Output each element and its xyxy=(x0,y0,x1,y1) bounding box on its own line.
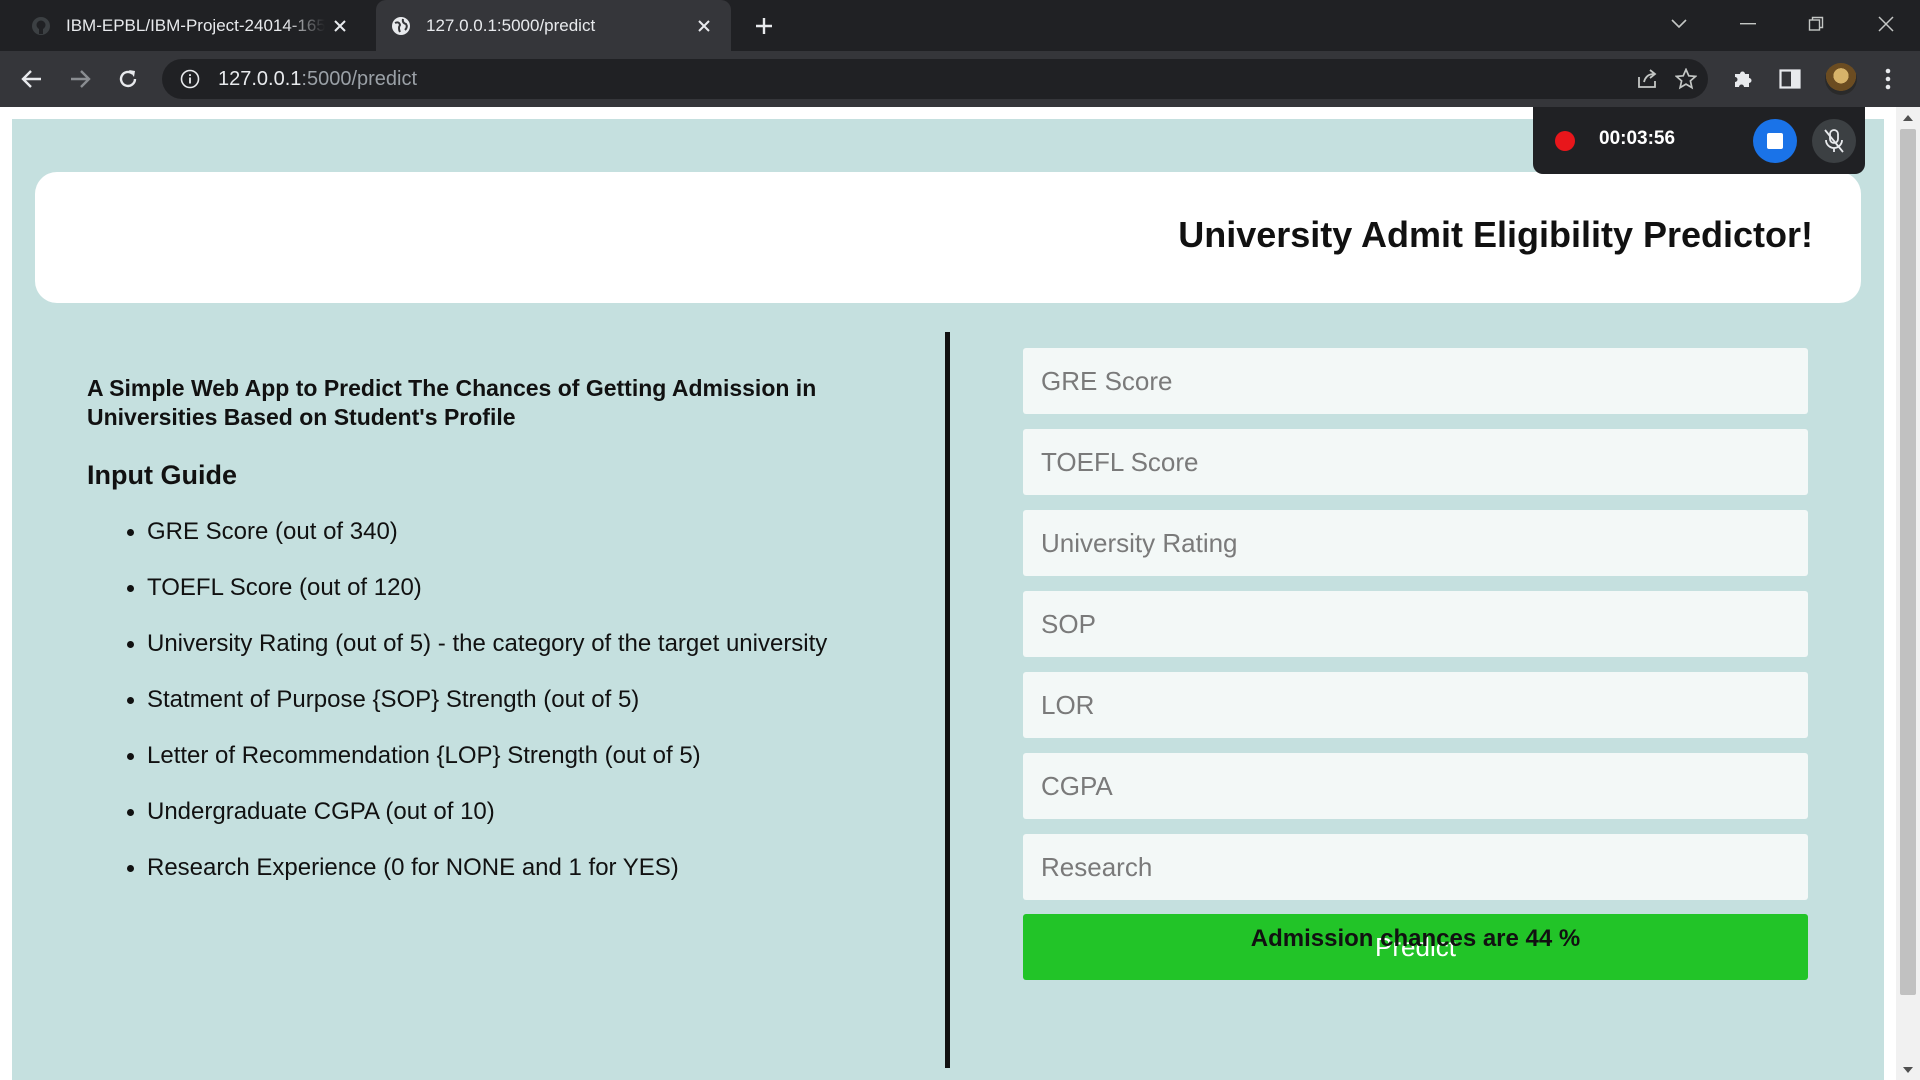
guide-item-lor: Letter of Recommendation {LOP} Strength … xyxy=(87,741,887,797)
stop-recording-button[interactable] xyxy=(1753,119,1797,163)
guide-item-research: Research Experience (0 for NONE and 1 fo… xyxy=(87,853,887,909)
toefl-score-input[interactable] xyxy=(1023,429,1808,495)
close-tab-icon[interactable] xyxy=(325,11,355,41)
side-panel-icon[interactable] xyxy=(1772,61,1808,97)
tab-search-chevron-icon[interactable] xyxy=(1659,6,1699,42)
address-bar[interactable]: 127.0.0.1:5000/predict xyxy=(162,59,1708,99)
close-window-icon[interactable] xyxy=(1866,6,1906,42)
guide-item-gre: GRE Score (out of 340) xyxy=(87,517,887,573)
column-divider xyxy=(945,332,950,1068)
vertical-scrollbar[interactable] xyxy=(1896,107,1920,1080)
lor-input[interactable] xyxy=(1023,672,1808,738)
extensions-puzzle-icon[interactable] xyxy=(1725,61,1761,97)
recording-timer: 00:03:56 xyxy=(1599,128,1676,149)
screen-recorder-bar: 00:03:56 xyxy=(1533,107,1865,174)
mute-microphone-button[interactable] xyxy=(1812,119,1856,163)
university-rating-input[interactable] xyxy=(1023,510,1808,576)
back-arrow-icon[interactable] xyxy=(14,61,50,97)
url-host: 127.0.0.1 xyxy=(218,67,302,90)
restore-icon[interactable] xyxy=(1796,6,1836,42)
guide-item-university-rating: University Rating (out of 5) - the categ… xyxy=(87,629,887,685)
header-card: University Admit Eligibility Predictor! xyxy=(35,172,1861,303)
guide-item-cgpa: Undergraduate CGPA (out of 10) xyxy=(87,797,887,853)
prediction-form: Predict xyxy=(1023,348,1808,980)
page-title: University Admit Eligibility Predictor! xyxy=(1178,214,1813,255)
tab-title: IBM-EPBL/IBM-Project-24014-1659 xyxy=(66,15,325,35)
recording-indicator-icon xyxy=(1555,131,1575,151)
url-path: :5000/predict xyxy=(301,67,418,90)
forward-arrow-icon[interactable] xyxy=(62,61,98,97)
research-input[interactable] xyxy=(1023,834,1808,900)
github-icon xyxy=(30,15,52,37)
tab-github-repo[interactable]: IBM-EPBL/IBM-Project-24014-1659 xyxy=(12,0,367,51)
browser-toolbar: 127.0.0.1:5000/predict xyxy=(0,51,1920,107)
close-tab-icon[interactable] xyxy=(689,11,719,41)
cgpa-input[interactable] xyxy=(1023,753,1808,819)
gre-score-input[interactable] xyxy=(1023,348,1808,414)
input-guide-heading: Input Guide xyxy=(87,460,237,490)
share-icon[interactable] xyxy=(1634,65,1662,93)
profile-avatar[interactable] xyxy=(1825,63,1857,95)
site-info-icon[interactable] xyxy=(178,67,202,91)
globe-icon xyxy=(390,15,412,37)
bookmark-star-icon[interactable] xyxy=(1672,65,1700,93)
app-description: A Simple Web App to Predict The Chances … xyxy=(87,375,817,430)
guide-item-toefl: TOEFL Score (out of 120) xyxy=(87,573,887,629)
minimize-icon[interactable] xyxy=(1728,6,1768,42)
sop-input[interactable] xyxy=(1023,591,1808,657)
reload-icon[interactable] xyxy=(110,61,146,97)
scroll-up-arrow-icon[interactable] xyxy=(1902,109,1914,127)
new-tab-icon[interactable] xyxy=(748,10,780,42)
page-viewport: University Admit Eligibility Predictor! … xyxy=(0,107,1920,1080)
page-container: University Admit Eligibility Predictor! … xyxy=(12,119,1884,1080)
menu-kebab-icon[interactable] xyxy=(1870,61,1906,97)
stop-icon xyxy=(1767,133,1783,149)
url-text: 127.0.0.1:5000/predict xyxy=(218,68,417,91)
scrollbar-thumb[interactable] xyxy=(1900,129,1916,995)
tab-predict[interactable]: 127.0.0.1:5000/predict xyxy=(376,0,731,51)
prediction-result: Admission chances are 44 % xyxy=(1250,925,1581,952)
tab-strip: IBM-EPBL/IBM-Project-24014-1659 127.0.0.… xyxy=(0,0,1920,51)
scroll-down-arrow-icon[interactable] xyxy=(1902,1061,1914,1079)
tab-title: 127.0.0.1:5000/predict xyxy=(426,15,596,35)
input-guide-list: GRE Score (out of 340) TOEFL Score (out … xyxy=(87,517,887,909)
guide-item-sop: Statment of Purpose {SOP} Strength (out … xyxy=(87,685,887,741)
input-guide-panel: A Simple Web App to Predict The Chances … xyxy=(87,374,887,909)
mic-off-icon xyxy=(1824,129,1844,153)
